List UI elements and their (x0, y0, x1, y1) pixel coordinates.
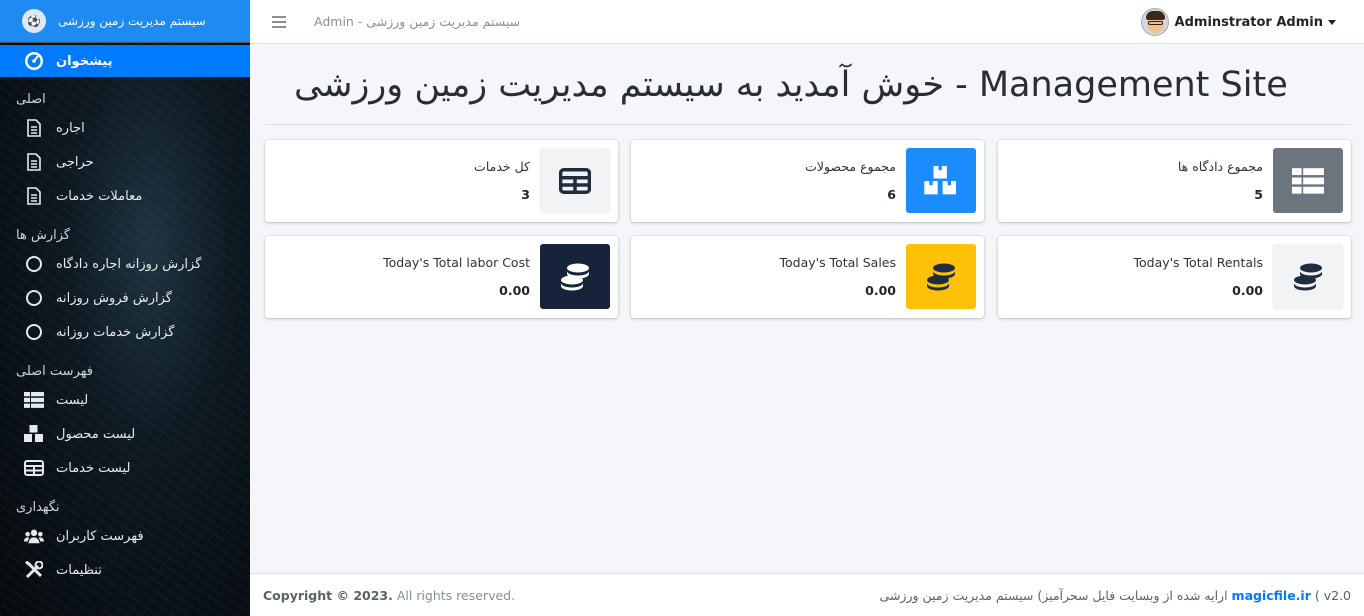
caret-down-icon (1328, 19, 1336, 25)
menu-toggle-icon[interactable] (272, 15, 286, 28)
sidebar-item-label: پیشخوان (56, 53, 113, 69)
sidebar-item-court-rental-report[interactable]: گزارش روزانه اجاره دادگاه (0, 247, 250, 281)
coins-icon (540, 244, 610, 309)
info-box-label: مجموع دادگاه ها (1177, 159, 1263, 174)
sidebar-item-rent[interactable]: اجاره (0, 111, 250, 145)
version-text: v2.0 (1323, 587, 1351, 603)
grid-table-icon (540, 148, 610, 213)
circle-icon (24, 322, 44, 342)
dashboard-gauge-icon (24, 51, 44, 71)
circle-icon (24, 288, 44, 308)
sidebar-item-label: معاملات خدمات (56, 188, 143, 204)
brand-link[interactable]: ⚽ سیستم مدیریت زمین ورزشی (0, 0, 250, 43)
sidebar-item-label: لیست محصول (56, 426, 136, 442)
sidebar-item-label: گزارش خدمات روزانه (56, 324, 175, 340)
sidebar-item-label: اجاره (56, 120, 85, 136)
copyright-bold: Copyright © 2023. (263, 587, 393, 603)
sidebar-item-settings[interactable]: تنظیمات (0, 553, 250, 587)
sidebar-item-auction[interactable]: حراجی (0, 145, 250, 179)
navbar-title: Admin - سیستم مدیریت زمین ورزشی (314, 14, 521, 29)
sidebar-header-reports: گزارش ها (16, 228, 71, 243)
sidebar-header-maintenance: نگهداری (16, 500, 60, 515)
sidebar-item-daily-services-report[interactable]: گزارش خدمات روزانه (0, 315, 250, 349)
user-menu-dropdown[interactable]: Adminstrator Admin (1140, 8, 1336, 36)
credit-link[interactable]: magicfile.ir (1232, 588, 1311, 603)
file-icon (24, 186, 44, 206)
sidebar-item-label: حراجی (56, 154, 94, 170)
page-title: خوش آمدید به سیستم مدیریت زمین ورزشی - M… (294, 65, 1288, 105)
tools-icon (24, 560, 44, 580)
info-box-todays-labor-cost: Today's Total labor Cost 0.00 (265, 236, 618, 318)
info-box-label: کل خدمات (474, 159, 530, 174)
user-name: Adminstrator Admin (1174, 14, 1323, 30)
sidebar-item-services-list[interactable]: لیست خدمات (0, 451, 250, 485)
brand-logo-icon: ⚽ (22, 9, 46, 33)
avatar (1140, 8, 1169, 36)
footer-credit: ارایه شده از وبسایت فایل سحرآمیز) سیستم … (879, 587, 1351, 603)
info-box-value: 3 (521, 187, 530, 202)
sidebar: ⚽ سیستم مدیریت زمین ورزشی پیشخوان اصلی ا… (0, 0, 250, 616)
sidebar-item-daily-sales-report[interactable]: گزارش فروش روزانه (0, 281, 250, 315)
info-box-value: 0.00 (865, 283, 896, 298)
coins-icon (906, 244, 976, 309)
boxes-icon (906, 148, 976, 213)
credit-text: ارایه شده از وبسایت فایل سحرآمیز) سیستم … (879, 587, 1228, 603)
sidebar-header-main: اصلی (16, 92, 46, 107)
sidebar-item-list[interactable]: لیست (0, 383, 250, 417)
info-box-value: 0.00 (1232, 283, 1263, 298)
sidebar-header-main-list: فهرست اصلی (16, 364, 93, 379)
info-box-todays-rentals: Today's Total Rentals 0.00 (998, 236, 1351, 318)
sidebar-item-label: لیست خدمات (56, 460, 131, 476)
coins-icon (1273, 244, 1343, 309)
sidebar-item-users[interactable]: فهرست کاربران (0, 519, 250, 553)
footer: Copyright © 2023. All rights reserved. ا… (250, 573, 1364, 616)
info-box-value: 5 (1254, 187, 1263, 202)
list-table-icon (1273, 148, 1343, 213)
grid-table-icon (24, 458, 44, 478)
sidebar-item-label: تنظیمات (56, 562, 102, 578)
circle-icon (24, 254, 44, 274)
info-box-label: Today's Total labor Cost (383, 255, 530, 270)
sidebar-item-product-list[interactable]: لیست محصول (0, 417, 250, 451)
sidebar-item-label: گزارش فروش روزانه (56, 290, 172, 306)
copyright: Copyright © 2023. All rights reserved. (263, 588, 515, 603)
info-box-total-courts: مجموع دادگاه ها 5 (998, 140, 1351, 222)
info-box-value: 6 (887, 187, 896, 202)
info-box-label: Today's Total Rentals (1133, 255, 1263, 270)
sidebar-item-dashboard[interactable]: پیشخوان (0, 45, 250, 77)
info-box-total-services: کل خدمات 3 (265, 140, 618, 222)
sidebar-item-label: لیست (56, 392, 89, 408)
info-box-label: مجموع محصولات (805, 159, 896, 174)
file-icon (24, 152, 44, 172)
info-box-label: Today's Total Sales (779, 255, 896, 270)
copyright-rest: All rights reserved. (392, 587, 516, 603)
users-icon (24, 526, 44, 546)
info-box-value: 0.00 (499, 283, 530, 298)
sidebar-item-label: فهرست کاربران (56, 528, 144, 544)
list-table-icon (24, 390, 44, 410)
info-box-todays-sales: Today's Total Sales 0.00 (631, 236, 984, 318)
divider (266, 124, 1350, 125)
top-navbar: Admin - سیستم مدیریت زمین ورزشی Adminstr… (250, 0, 1364, 44)
boxes-icon (24, 424, 44, 444)
info-box-total-products: مجموع محصولات 6 (631, 140, 984, 222)
brand-title: سیستم مدیریت زمین ورزشی (58, 14, 206, 28)
sidebar-item-service-transactions[interactable]: معاملات خدمات (0, 179, 250, 213)
file-icon (24, 118, 44, 138)
sidebar-item-label: گزارش روزانه اجاره دادگاه (56, 256, 202, 272)
